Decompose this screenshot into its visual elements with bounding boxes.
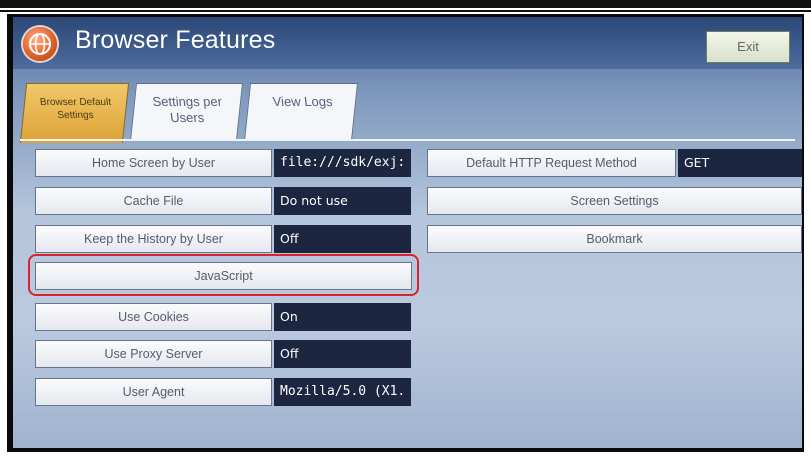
top-frame-bar xyxy=(0,0,811,8)
tab-label-line2: Users xyxy=(169,110,205,125)
use-cookies-value: On xyxy=(274,303,411,331)
device-screen: Browser Features Exit Browser Default Se… xyxy=(13,17,802,448)
tab-label-line1: View Logs xyxy=(271,94,334,109)
tab-settings-per-users[interactable]: Settings per Users xyxy=(129,83,244,141)
header-bar: Browser Features Exit xyxy=(13,17,802,69)
user-agent-button[interactable]: User Agent xyxy=(35,378,272,406)
tab-browser-default-settings[interactable]: Browser Default Settings xyxy=(19,83,130,143)
use-proxy-value: Off xyxy=(274,340,411,368)
cache-file-value: Do not use xyxy=(274,187,411,215)
default-http-request-method-button[interactable]: Default HTTP Request Method xyxy=(427,149,676,177)
user-agent-value: Mozilla/5.0 (X1. xyxy=(274,378,411,406)
home-screen-value: file:///sdk/exj: xyxy=(274,149,411,177)
selection-highlight xyxy=(28,254,419,296)
home-screen-by-user-button[interactable]: Home Screen by User xyxy=(35,149,272,177)
browser-globe-icon xyxy=(23,27,57,61)
bookmark-button[interactable]: Bookmark xyxy=(427,225,802,253)
screen-settings-button[interactable]: Screen Settings xyxy=(427,187,802,215)
keep-history-by-user-button[interactable]: Keep the History by User xyxy=(35,225,272,253)
http-method-value: GET xyxy=(678,149,802,177)
use-cookies-button[interactable]: Use Cookies xyxy=(35,303,272,331)
use-proxy-server-button[interactable]: Use Proxy Server xyxy=(35,340,272,368)
page-title: Browser Features xyxy=(75,26,276,54)
exit-button[interactable]: Exit xyxy=(706,31,790,63)
tab-label-line2: Settings xyxy=(56,110,95,121)
tab-label-line1: Browser Default xyxy=(39,97,112,108)
tab-underline xyxy=(20,139,795,141)
keep-history-value: Off xyxy=(274,225,411,253)
tab-view-logs[interactable]: View Logs xyxy=(243,83,359,141)
tab-label-line1: Settings per xyxy=(151,94,223,109)
cache-file-button[interactable]: Cache File xyxy=(35,187,272,215)
top-frame-rule xyxy=(0,10,811,12)
